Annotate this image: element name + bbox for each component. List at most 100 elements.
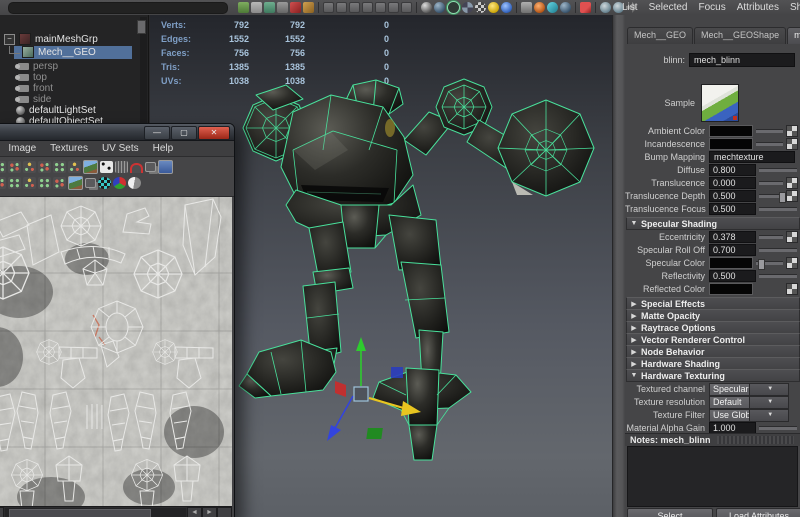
- select-object-icon[interactable]: [323, 2, 334, 13]
- menu-focus[interactable]: Focus: [698, 2, 725, 13]
- checker-icon[interactable]: [98, 177, 111, 189]
- reflectivity-value[interactable]: 0.500: [709, 270, 756, 282]
- material-sample-swatch[interactable]: [701, 84, 739, 122]
- flip-u-icon[interactable]: [23, 161, 36, 173]
- scrollbar-thumb[interactable]: [9, 509, 151, 517]
- layout-uv-icon[interactable]: [8, 177, 21, 189]
- diffuse-value[interactable]: 0.800: [709, 164, 756, 176]
- selected-shading-icon[interactable]: [447, 1, 460, 14]
- straighten-uv-icon[interactable]: [53, 177, 66, 189]
- all-lights-icon[interactable]: [501, 2, 512, 13]
- checker-sphere-icon[interactable]: [475, 2, 486, 13]
- playblast-icon[interactable]: [547, 2, 558, 13]
- tab-mech-blinn[interactable]: mech_blinn: [787, 27, 800, 44]
- section-specular-shading[interactable]: ▼Specular Shading: [626, 217, 800, 230]
- minimize-button[interactable]: —: [144, 126, 170, 140]
- ambient-color-swatch[interactable]: [709, 125, 753, 137]
- blue-sphere-icon[interactable]: [560, 2, 571, 13]
- ambient-color-slider[interactable]: [756, 129, 783, 133]
- specular-color-swatch[interactable]: [709, 257, 753, 269]
- copy-uv-icon[interactable]: [145, 162, 156, 172]
- orange-sphere-icon[interactable]: [534, 2, 545, 13]
- scroll-left-icon[interactable]: ◄: [187, 507, 202, 517]
- tile-icon[interactable]: [85, 178, 96, 188]
- scroll-corner[interactable]: [217, 507, 232, 517]
- load-attributes-button[interactable]: Load Attributes: [716, 508, 800, 517]
- tab-mech-geoshape[interactable]: Mech__GEOShape: [694, 27, 786, 44]
- material-alpha-gain-slider[interactable]: [759, 426, 797, 430]
- sew-uv-icon[interactable]: [8, 161, 21, 173]
- reflected-color-swatch[interactable]: [709, 283, 753, 295]
- menu-show[interactable]: Show: [790, 2, 800, 13]
- relax-uv-icon[interactable]: [38, 177, 51, 189]
- unfold-uv-icon[interactable]: [23, 177, 36, 189]
- textured-channel-dropdown[interactable]: Specular Color▼: [709, 383, 789, 396]
- align-uv-icon[interactable]: [68, 161, 81, 173]
- grid-icon[interactable]: [115, 161, 128, 173]
- translucence-focus-slider[interactable]: [759, 207, 797, 211]
- cut-uv-icon[interactable]: [0, 177, 6, 189]
- textured-sphere-icon[interactable]: [462, 2, 473, 13]
- translucence-value[interactable]: 0.000: [709, 177, 756, 189]
- command-field[interactable]: [8, 2, 228, 14]
- uv-canvas[interactable]: [0, 197, 232, 511]
- menu-help[interactable]: Help: [153, 143, 174, 154]
- map-button-icon[interactable]: [786, 125, 798, 137]
- image-display-icon[interactable]: [83, 160, 98, 174]
- flip-v-icon[interactable]: [38, 161, 51, 173]
- select-multi-icon[interactable]: [401, 2, 412, 13]
- translucence-depth-value[interactable]: 0.500: [709, 190, 756, 202]
- tab-mech-geo[interactable]: Mech__GEO: [627, 27, 693, 44]
- horizontal-scrollbar[interactable]: ◄ ◄ ►: [0, 506, 232, 517]
- menu-textures[interactable]: Textures: [50, 143, 88, 154]
- bump-mapping-input[interactable]: mechtexture: [709, 151, 795, 163]
- outliner-scrollbar[interactable]: [140, 17, 147, 127]
- menu-list[interactable]: List: [622, 2, 638, 13]
- map-button-icon[interactable]: [786, 257, 798, 269]
- select-button[interactable]: Select: [627, 508, 713, 517]
- window-titlebar[interactable]: — ▢ ✕: [0, 124, 234, 141]
- mesh-icon[interactable]: [277, 2, 288, 13]
- map-button-icon[interactable]: [786, 231, 798, 243]
- scroll-left-icon[interactable]: ◄: [0, 507, 4, 517]
- snap-flag-icon[interactable]: [580, 2, 591, 13]
- blinn-name-input[interactable]: mech_blinn: [689, 53, 795, 67]
- specular-roll-off-slider[interactable]: [759, 248, 797, 252]
- menu-attributes[interactable]: Attributes: [737, 2, 779, 13]
- orange-pen-icon[interactable]: [303, 2, 314, 13]
- image-range-icon[interactable]: [68, 176, 83, 190]
- incandescence-swatch[interactable]: [709, 138, 753, 150]
- notebook-icon[interactable]: [238, 2, 249, 13]
- globe-a-icon[interactable]: [600, 2, 611, 13]
- panel-splitter[interactable]: [612, 15, 626, 517]
- texture-filter-dropdown[interactable]: Use Global Settings▼: [709, 409, 789, 422]
- alpha-channel-icon[interactable]: [128, 177, 141, 189]
- select-vertex-icon[interactable]: [349, 2, 360, 13]
- eccentricity-value[interactable]: 0.378: [709, 231, 756, 243]
- eccentricity-slider[interactable]: [759, 235, 783, 239]
- maximize-button[interactable]: ▢: [171, 126, 197, 140]
- camera-icon[interactable]: [521, 2, 532, 13]
- outliner-item-mainMeshGrp[interactable]: − mainMeshGrp: [0, 33, 98, 45]
- notes-resize-grip[interactable]: [717, 436, 794, 444]
- map-button-icon[interactable]: [786, 190, 798, 202]
- clipboard-icon[interactable]: [251, 2, 262, 13]
- incandescence-slider[interactable]: [756, 142, 783, 146]
- scroll-right-icon[interactable]: ►: [202, 507, 217, 517]
- move-uv-icon[interactable]: [0, 161, 6, 173]
- pixel-snap-magnet-icon[interactable]: [130, 163, 143, 173]
- outliner-item-mech-geo[interactable]: Mech__GEO: [0, 46, 96, 58]
- menu-selected[interactable]: Selected: [649, 2, 688, 13]
- specular-color-slider[interactable]: [756, 261, 783, 265]
- wireframe-sphere-icon[interactable]: [421, 2, 432, 13]
- reflectivity-slider[interactable]: [759, 274, 797, 278]
- select-edge-icon[interactable]: [362, 2, 373, 13]
- section-hardware-texturing[interactable]: ▼Hardware Texturing: [626, 369, 800, 382]
- chart-icon[interactable]: [264, 2, 275, 13]
- map-button-icon[interactable]: [786, 177, 798, 189]
- select-face-icon[interactable]: [375, 2, 386, 13]
- map-button-icon[interactable]: [786, 138, 798, 150]
- diffuse-slider[interactable]: [759, 168, 797, 172]
- red-pen-icon[interactable]: [290, 2, 301, 13]
- specular-roll-off-value[interactable]: 0.700: [709, 244, 756, 256]
